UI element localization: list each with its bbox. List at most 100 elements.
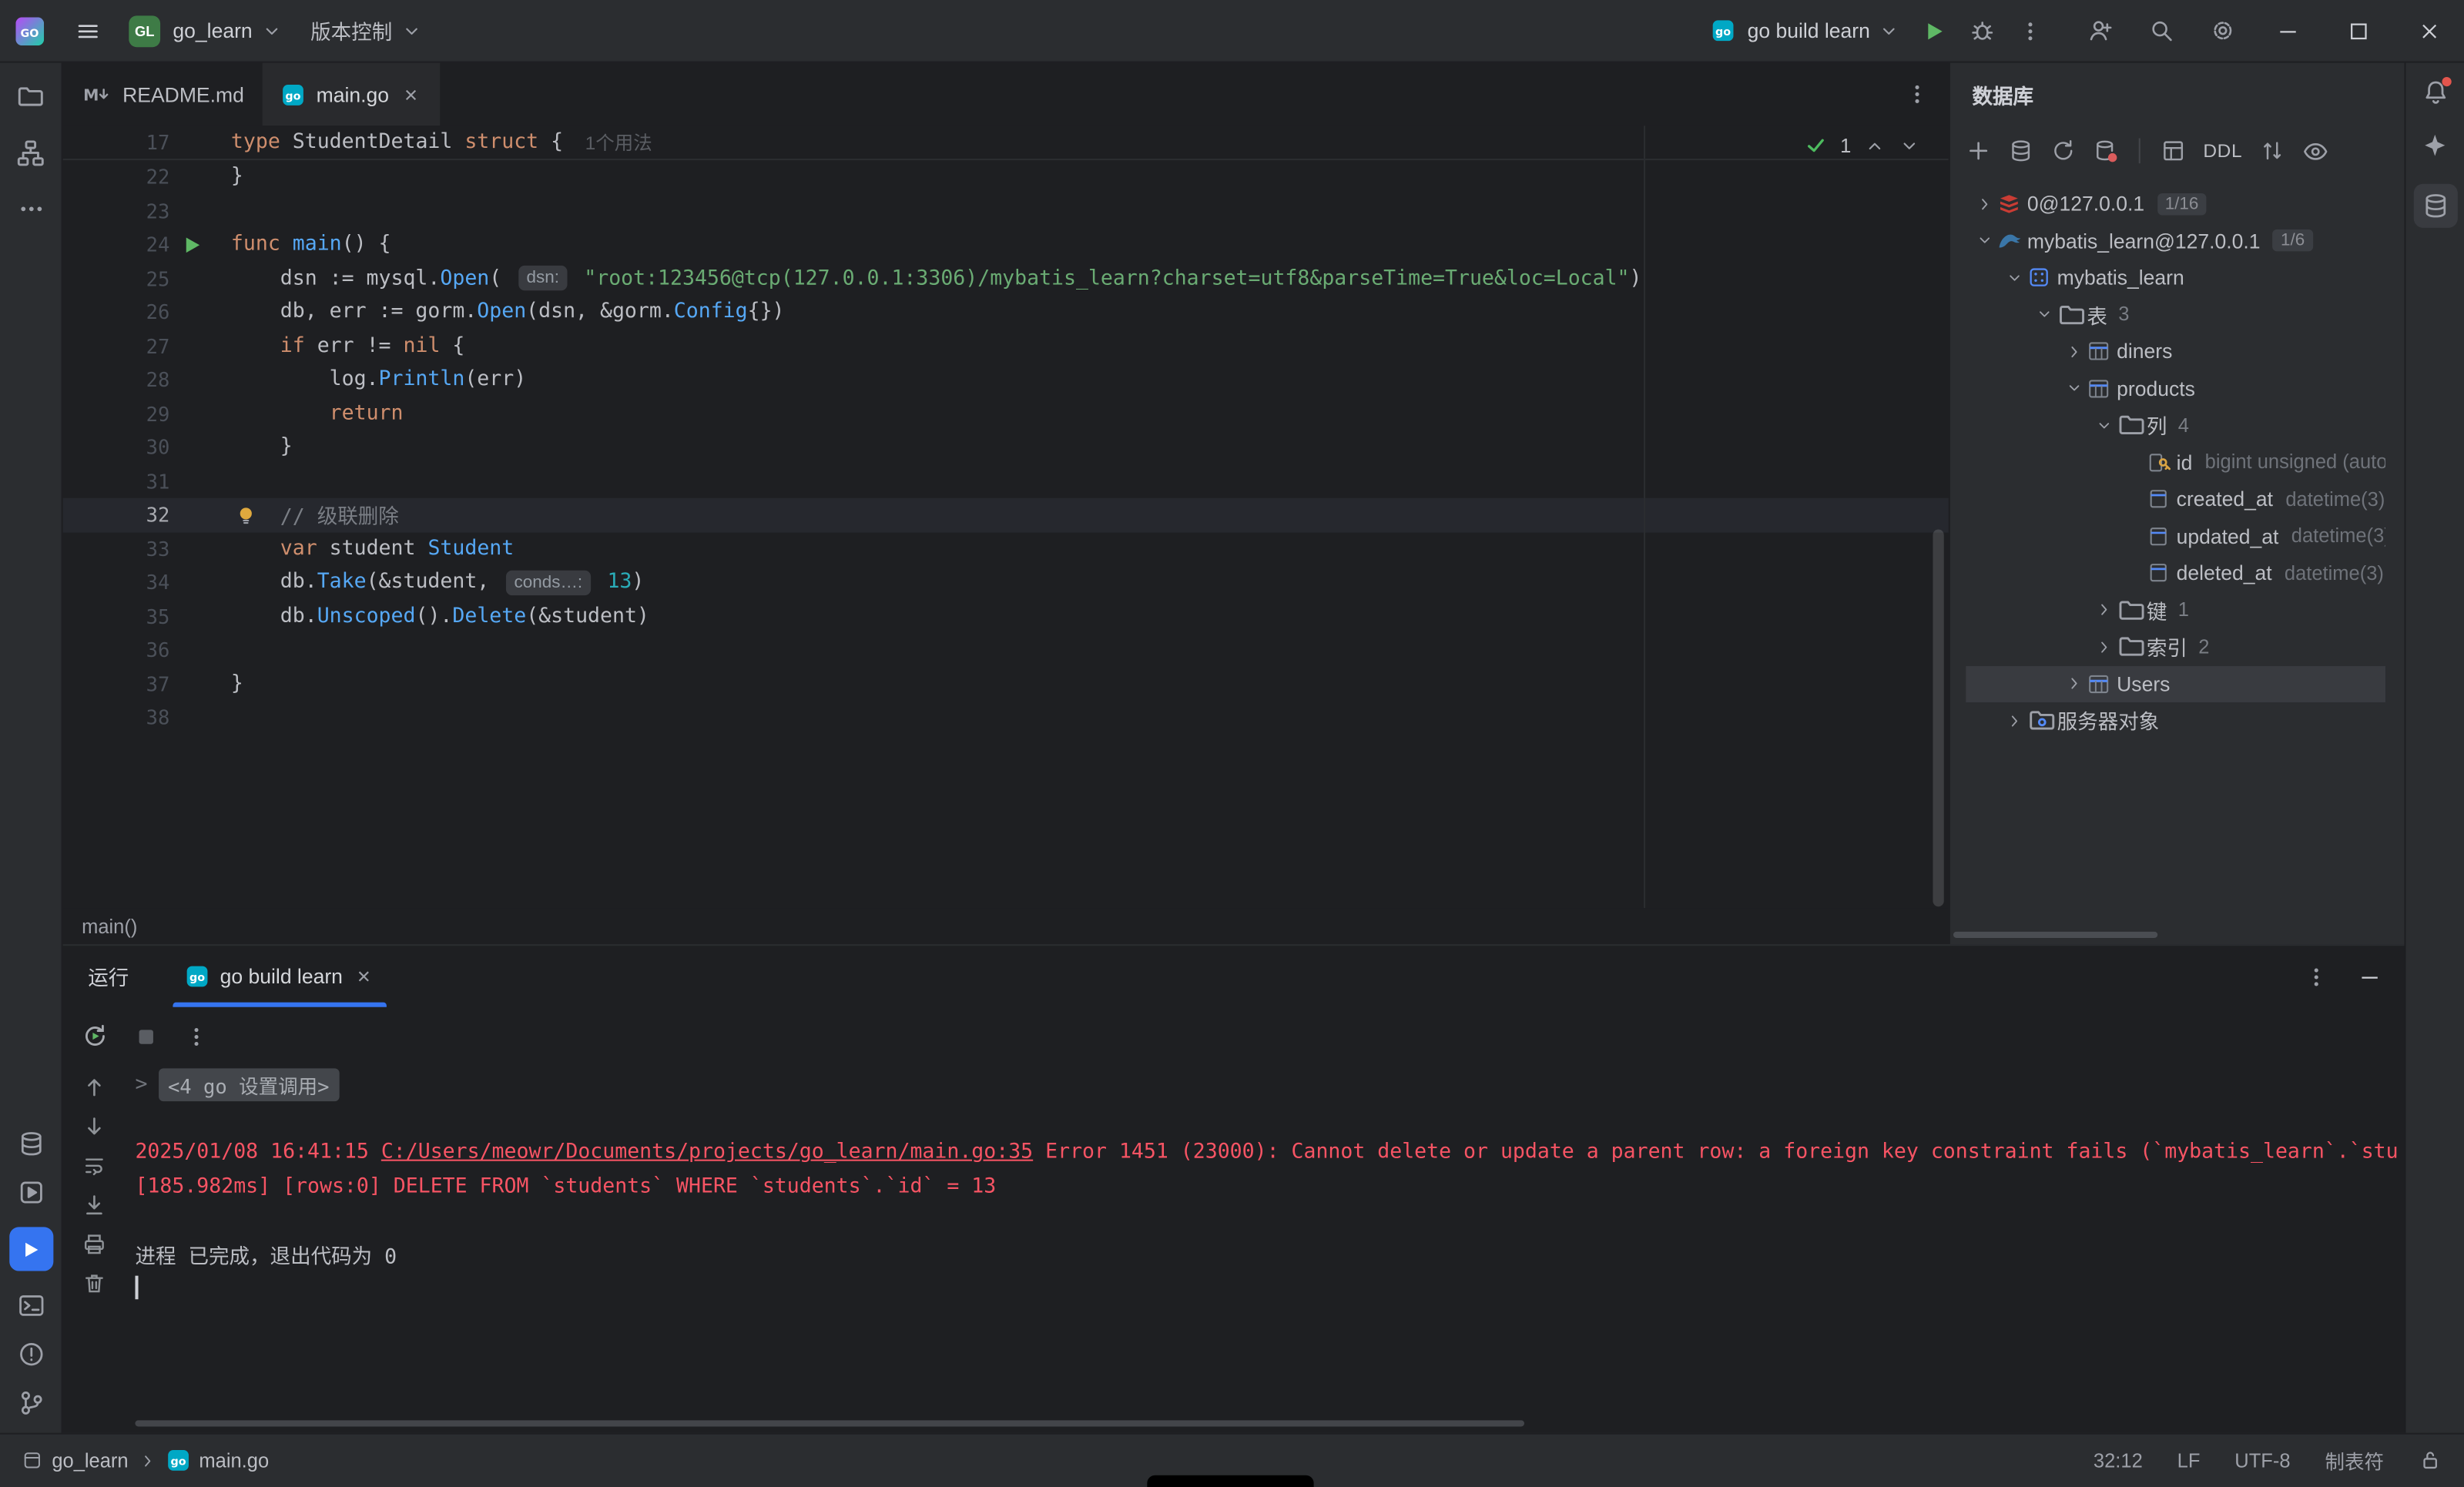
rerun-icon[interactable] xyxy=(82,1023,109,1050)
code-line-37[interactable]: 37} xyxy=(63,667,1949,701)
hide-panel-icon[interactable] xyxy=(2357,964,2382,990)
code-line-26[interactable]: 26 db, err := gorm.Open(dsn, &gorm.Confi… xyxy=(63,296,1949,330)
minimize-button[interactable] xyxy=(2252,0,2323,62)
tree-chevron-icon[interactable] xyxy=(1972,231,1997,250)
next-problem-icon[interactable] xyxy=(1899,134,1921,156)
tree-chevron-icon[interactable] xyxy=(2092,601,2117,619)
tree-chevron-icon[interactable] xyxy=(2062,675,2087,693)
breadcrumb-item[interactable]: main() xyxy=(82,915,137,937)
code-line-38[interactable]: 38 xyxy=(63,701,1949,735)
lock-open-icon[interactable] xyxy=(2419,1449,2442,1473)
project-avatar[interactable]: GL xyxy=(129,15,160,46)
code-line-33[interactable]: 33 var student Student xyxy=(63,532,1949,566)
close-tab-icon[interactable] xyxy=(354,966,374,987)
run-tool-icon[interactable] xyxy=(8,1227,52,1271)
up-icon[interactable] xyxy=(82,1074,107,1100)
main-menu-icon[interactable] xyxy=(75,18,101,43)
add-user-icon[interactable] xyxy=(2087,17,2114,44)
db-tree-item-Users[interactable]: Users xyxy=(1966,665,2385,702)
tab-main-go[interactable]: go main.go xyxy=(263,63,439,126)
more-actions-icon[interactable] xyxy=(2018,18,2043,43)
tree-chevron-icon[interactable] xyxy=(2062,379,2087,397)
tree-chevron-icon[interactable] xyxy=(2062,342,2087,360)
status-project[interactable]: go_learn xyxy=(52,1450,128,1472)
code-line-17[interactable]: 17type StudentDetail struct {1个用法 xyxy=(63,126,1949,159)
code-line-28[interactable]: 28 log.Println(err) xyxy=(63,363,1949,397)
close-button[interactable] xyxy=(2393,0,2464,62)
db-tree-item-id[interactable]: idbigint unsigned (auto in xyxy=(1966,444,2385,481)
notifications-bell-icon[interactable] xyxy=(2421,79,2449,107)
tab-readme[interactable]: M README.md xyxy=(63,63,263,126)
db-tree-item-0@127.0.0.1[interactable]: 0@127.0.0.11/16 xyxy=(1966,186,2385,223)
version-control-tool-icon[interactable] xyxy=(16,1389,45,1418)
down-icon[interactable] xyxy=(82,1114,107,1140)
run-button[interactable] xyxy=(1922,18,1947,43)
ai-assistant-icon[interactable] xyxy=(2422,132,2449,159)
console-file-link[interactable]: C:/Users/meowr/Documents/projects/go_lea… xyxy=(381,1141,1033,1165)
fold-arrow[interactable]: > xyxy=(135,1073,147,1097)
db-tree-item-deleted_at[interactable]: deleted_atdatetime(3) xyxy=(1966,554,2385,591)
code-editor[interactable]: 17type StudentDetail struct {1个用法 22}232… xyxy=(63,126,1949,908)
db-tree-item-created_at[interactable]: created_atdatetime(3) xyxy=(1966,481,2385,517)
clear-console-icon[interactable] xyxy=(82,1271,107,1297)
vcs-widget[interactable]: 版本控制 xyxy=(310,15,392,45)
close-tab-icon[interactable] xyxy=(400,84,421,105)
run-config-name[interactable]: go build learn xyxy=(1748,18,1870,42)
db-tree-item-mybatis_learn@127.0.0.1[interactable]: mybatis_learn@127.0.0.11/6 xyxy=(1966,223,2385,260)
console-hscrollbar[interactable] xyxy=(135,1420,1524,1426)
code-line-35[interactable]: 35 db.Unscoped().Delete(&student) xyxy=(63,599,1949,633)
code-line-30[interactable]: 30 } xyxy=(63,430,1949,464)
tree-chevron-icon[interactable] xyxy=(2092,416,2117,434)
tree-chevron-icon[interactable] xyxy=(2092,638,2117,656)
code-line-27[interactable]: 27 if err != nil { xyxy=(63,329,1949,363)
intention-bulb-icon[interactable] xyxy=(236,504,256,533)
disconnect-icon[interactable] xyxy=(2094,139,2119,164)
project-tool-icon[interactable] xyxy=(15,82,45,112)
line-ending[interactable]: LF xyxy=(2177,1450,2201,1472)
inspection-widget[interactable]: 1 xyxy=(1804,133,1920,157)
scroll-end-icon[interactable] xyxy=(82,1193,107,1218)
more-icon[interactable] xyxy=(184,1023,210,1049)
db-tree-item-diners[interactable]: diners xyxy=(1966,333,2385,370)
structure-tool-icon[interactable] xyxy=(15,139,45,169)
run-tab[interactable]: go go build learn xyxy=(169,946,390,1007)
db-tree-item-键[interactable]: 键1 xyxy=(1966,591,2385,628)
code-line-36[interactable]: 36 xyxy=(63,633,1949,667)
status-file[interactable]: main.go xyxy=(199,1450,269,1472)
code-line-31[interactable]: 31 xyxy=(63,464,1949,498)
db-tree-item-表[interactable]: 表3 xyxy=(1966,296,2385,333)
eye-icon[interactable] xyxy=(2302,138,2329,165)
add-data-source-icon[interactable] xyxy=(1966,139,1991,164)
console-folded-region[interactable]: <4 go 设置调用> xyxy=(159,1069,339,1102)
tree-chevron-icon[interactable] xyxy=(2002,712,2027,730)
services-tool-icon[interactable] xyxy=(16,1178,45,1207)
tree-chevron-icon[interactable] xyxy=(2002,268,2027,286)
stop-icon[interactable] xyxy=(133,1023,159,1049)
more-tools-icon[interactable] xyxy=(16,195,45,223)
database-panel-toggle-icon[interactable] xyxy=(2413,184,2457,228)
breadcrumb[interactable]: main() xyxy=(63,908,1949,944)
code-line-24[interactable]: 24func main() { xyxy=(63,228,1949,262)
settings-gear-icon[interactable] xyxy=(2210,17,2237,44)
ddl-button[interactable]: DDL xyxy=(2203,140,2242,162)
print-icon[interactable] xyxy=(82,1232,107,1258)
db-tree-item-列[interactable]: 列4 xyxy=(1966,407,2385,444)
tree-chevron-icon[interactable] xyxy=(2032,305,2057,323)
code-line-34[interactable]: 34 db.Take(&student, conds…: 13) xyxy=(63,565,1949,599)
run-gutter-icon[interactable] xyxy=(169,236,231,254)
search-icon[interactable] xyxy=(2148,17,2175,44)
debug-button[interactable] xyxy=(1969,17,1996,44)
problems-tool-icon[interactable] xyxy=(16,1340,45,1368)
console-output[interactable]: ><4 go 设置调用> 2025/01/08 16:41:15 C:/User… xyxy=(135,1065,2404,1432)
maximize-button[interactable] xyxy=(2322,0,2393,62)
db-tree-item-updated_at[interactable]: updated_atdatetime(3) xyxy=(1966,517,2385,554)
indent-style[interactable]: 制表符 xyxy=(2325,1445,2384,1475)
code-line-25[interactable]: 25 dsn := mysql.Open( dsn: "root:123456@… xyxy=(63,262,1949,296)
panel-options-icon[interactable] xyxy=(2304,964,2329,990)
code-line-29[interactable]: 29 return xyxy=(63,397,1949,430)
db-tree-item-服务器对象[interactable]: 服务器对象 xyxy=(1966,702,2385,739)
db-tree-item-products[interactable]: products xyxy=(1966,370,2385,407)
editor-scrollbar[interactable] xyxy=(1933,530,1943,907)
refresh-icon[interactable] xyxy=(2050,139,2076,164)
usages-inlay-hint[interactable]: 1个用法 xyxy=(585,129,652,156)
